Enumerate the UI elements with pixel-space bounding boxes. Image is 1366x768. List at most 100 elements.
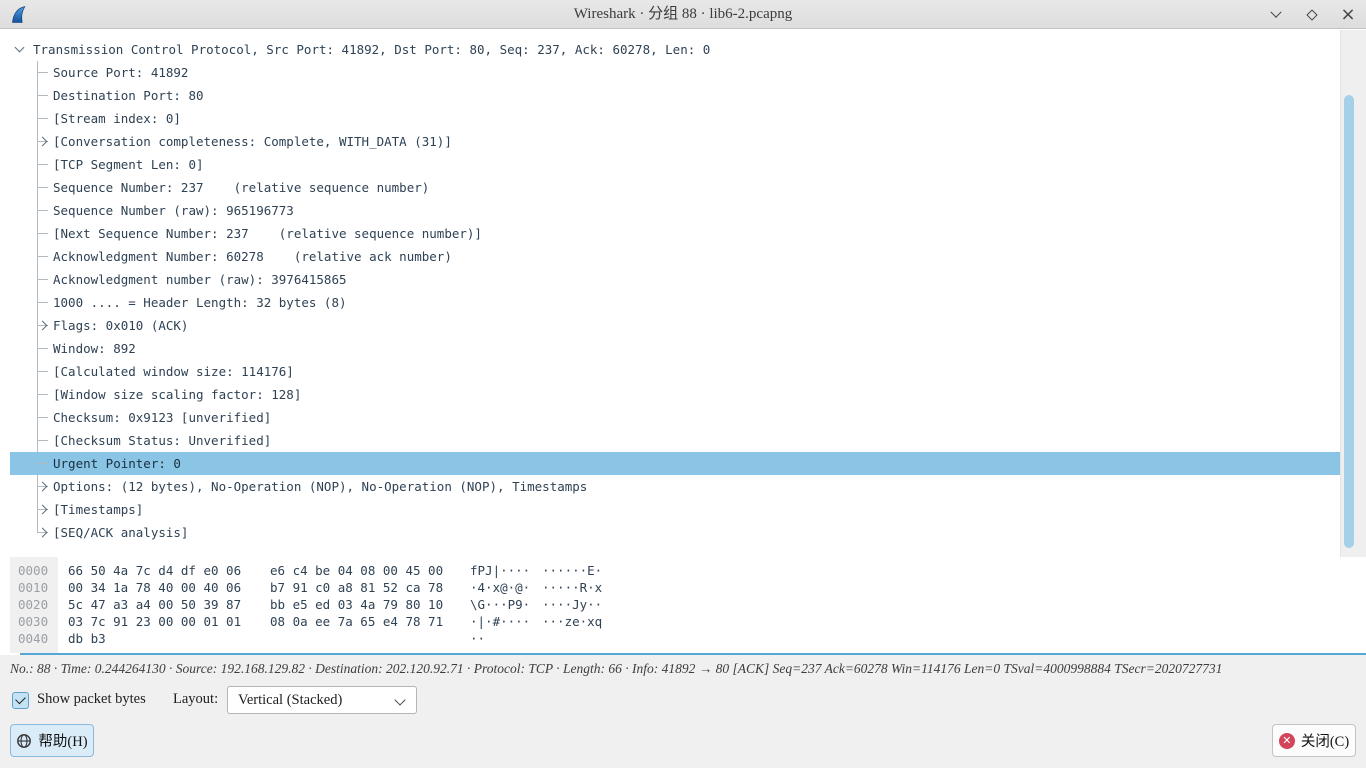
titlebar[interactable]: Wireshark · 分组 88 · lib6-2.pcapng × [0,0,1366,29]
tree-row-label: Window: 892 [53,341,136,356]
minimize-icon[interactable] [1266,5,1286,25]
hex-bytes: 66 50 4a 7c d4 df e0 06 [68,562,244,579]
bottom-panel: No.: 88 · Time: 0.244264130 · Source: 19… [0,655,1366,768]
hex-row[interactable]: 0000 66 50 4a 7c d4 df e0 06 e6 c4 be 04 0… [0,562,1366,579]
tree-row[interactable]: 1000 .... = Header Length: 32 bytes (8) [10,291,1340,314]
tree-row-label: [Checksum Status: Unverified] [53,433,271,448]
tree-row[interactable]: [TCP Segment Len: 0] [10,153,1340,176]
layout-label: Layout: [173,691,218,708]
tree-row-label: Acknowledgment number (raw): 3976415865 [53,272,347,287]
tree-row-label: Sequence Number (raw): 965196773 [53,203,294,218]
hex-offset: 0020 [10,596,58,613]
tree-row-label: [Calculated window size: 114176] [53,364,294,379]
packet-bytes-pane[interactable]: 0000 66 50 4a 7c d4 df e0 06 e6 c4 be 04 0… [0,557,1366,653]
expand-icon[interactable] [38,505,48,515]
close-button[interactable]: ✕ 关闭(C) [1272,724,1356,757]
ascii-bytes: \G···P9· [470,596,534,613]
tree-row-label: Checksum: 0x9123 [unverified] [53,410,271,425]
close-window-icon[interactable]: × [1338,5,1358,25]
tree-row[interactable]: [Timestamps] [10,498,1340,521]
tree-row-label: Options: (12 bytes), No-Operation (NOP),… [53,479,587,494]
maximize-icon[interactable] [1302,5,1322,25]
hex-offset: 0000 [10,562,58,579]
tree-row[interactable]: Sequence Number: 237 (relative sequence … [10,176,1340,199]
tree-row-label: [Conversation completeness: Complete, WI… [53,134,452,149]
tree-row-label: Sequence Number: 237 (relative sequence … [53,180,429,195]
hex-offset: 0030 [10,613,58,630]
ascii-bytes: ·4·x@·@· [470,579,534,596]
tree-row-label: Flags: 0x010 (ACK) [53,318,188,333]
hex-bytes: bb e5 ed 03 4a 79 80 10 [270,596,446,613]
hex-row[interactable]: 0030 03 7c 91 23 00 00 01 01 08 0a ee 7a 6… [0,613,1366,630]
tree-row[interactable]: Window: 892 [10,337,1340,360]
scrollbar-thumb[interactable] [1344,95,1354,548]
expand-icon[interactable] [38,528,48,538]
tree-row[interactable]: Transmission Control Protocol, Src Port:… [10,38,1340,61]
hex-bytes: 00 34 1a 78 40 00 40 06 [68,579,244,596]
tree-row[interactable]: Acknowledgment number (raw): 3976415865 [10,268,1340,291]
window-title: Wireshark · 分组 88 · lib6-2.pcapng [0,0,1366,29]
expand-icon[interactable] [38,321,48,331]
hex-offset: 0010 [10,579,58,596]
tree-row-label: Transmission Control Protocol, Src Port:… [33,42,710,57]
tree-row[interactable]: [Calculated window size: 114176] [10,360,1340,383]
ascii-bytes: ······E· [542,562,602,579]
tree-row-label: Source Port: 41892 [53,65,188,80]
globe-icon [16,733,32,749]
close-circle-icon: ✕ [1279,733,1295,749]
tree-row-label: Acknowledgment Number: 60278 (relative a… [53,249,452,264]
tree-row[interactable]: [Next Sequence Number: 237 (relative seq… [10,222,1340,245]
tree-row[interactable]: Acknowledgment Number: 60278 (relative a… [10,245,1340,268]
tree-row-label: [Timestamps] [53,502,143,517]
show-packet-bytes-checkbox[interactable] [12,692,29,709]
hex-bytes: db b3 [68,630,244,647]
tree-row-label: 1000 .... = Header Length: 32 bytes (8) [53,295,347,310]
help-button-label: 帮助(H) [38,730,87,751]
layout-select[interactable]: Vertical (Stacked) [227,686,417,714]
hex-offset: 0040 [10,630,58,647]
hex-bytes: 08 0a ee 7a 65 e4 78 71 [270,613,446,630]
close-button-label: 关闭(C) [1301,730,1349,751]
tree-row[interactable]: Destination Port: 80 [10,84,1340,107]
tree-row[interactable]: [Checksum Status: Unverified] [10,429,1340,452]
tree-row[interactable]: Checksum: 0x9123 [unverified] [10,406,1340,429]
tree-row[interactable]: Options: (12 bytes), No-Operation (NOP),… [10,475,1340,498]
hex-bytes: e6 c4 be 04 08 00 45 00 [270,562,446,579]
packet-summary-status: No.: 88 · Time: 0.244264130 · Source: 19… [10,661,1358,677]
ascii-bytes: ·|·#···· [470,613,534,630]
tree-row[interactable]: [Stream index: 0] [10,107,1340,130]
expand-icon[interactable] [38,482,48,492]
hex-bytes: 5c 47 a3 a4 00 50 39 87 [68,596,244,613]
ascii-bytes: ···ze·xq [542,613,602,630]
tree-row-label: [SEQ/ACK analysis] [53,525,188,540]
hex-row[interactable]: 0040 db b3 ·· [0,630,1366,647]
tree-row-label: Urgent Pointer: 0 [53,456,181,471]
help-button[interactable]: 帮助(H) [10,724,94,757]
expand-icon[interactable] [38,137,48,147]
tree-row-label: [Window size scaling factor: 128] [53,387,301,402]
chevron-down-icon [394,694,405,705]
packet-detail-dialog: Wireshark · 分组 88 · lib6-2.pcapng × Tran… [0,0,1366,768]
hex-row[interactable]: 0020 5c 47 a3 a4 00 50 39 87 bb e5 ed 03 4… [0,596,1366,613]
tree-row[interactable]: Source Port: 41892 [10,61,1340,84]
layout-select-value: Vertical (Stacked) [238,687,342,713]
ascii-bytes: fPJ|···· [470,562,534,579]
tree-row[interactable]: [SEQ/ACK analysis] [10,521,1340,544]
ascii-bytes: ·· [470,630,534,647]
ascii-bytes: ·····R·x [542,579,602,596]
tree-row[interactable]: Sequence Number (raw): 965196773 [10,199,1340,222]
ascii-bytes: ····Jy·· [542,596,602,613]
tree-row-label: Destination Port: 80 [53,88,204,103]
window-controls: × [1266,0,1358,29]
tree-row[interactable]: [Conversation completeness: Complete, WI… [10,130,1340,153]
packet-details-tree[interactable]: Transmission Control Protocol, Src Port:… [0,29,1366,557]
collapse-icon[interactable] [15,43,25,53]
hex-bytes: 03 7c 91 23 00 00 01 01 [68,613,244,630]
show-packet-bytes-label[interactable]: Show packet bytes [37,691,146,708]
tree-row-selected[interactable]: Urgent Pointer: 0 [10,452,1340,475]
tree-row-label: [Next Sequence Number: 237 (relative seq… [53,226,482,241]
tree-row[interactable]: Flags: 0x010 (ACK) [10,314,1340,337]
tree-row[interactable]: [Window size scaling factor: 128] [10,383,1340,406]
scrollbar-track[interactable] [1340,30,1366,557]
hex-row[interactable]: 001000 34 1a 78 40 00 40 06b7 91 c0 a8 8… [0,579,1366,596]
